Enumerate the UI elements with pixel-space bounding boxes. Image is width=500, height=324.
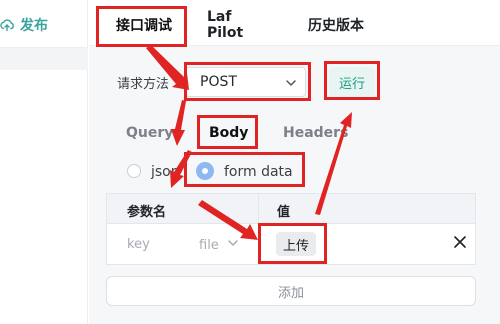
annotation-arrows: [146, 45, 352, 240]
annotation-arrow: [146, 45, 189, 90]
annotation-arrow: [170, 150, 192, 188]
annotation-arrow: [171, 100, 186, 146]
annotation-arrow: [315, 112, 352, 215]
annotation-arrow: [198, 200, 258, 240]
